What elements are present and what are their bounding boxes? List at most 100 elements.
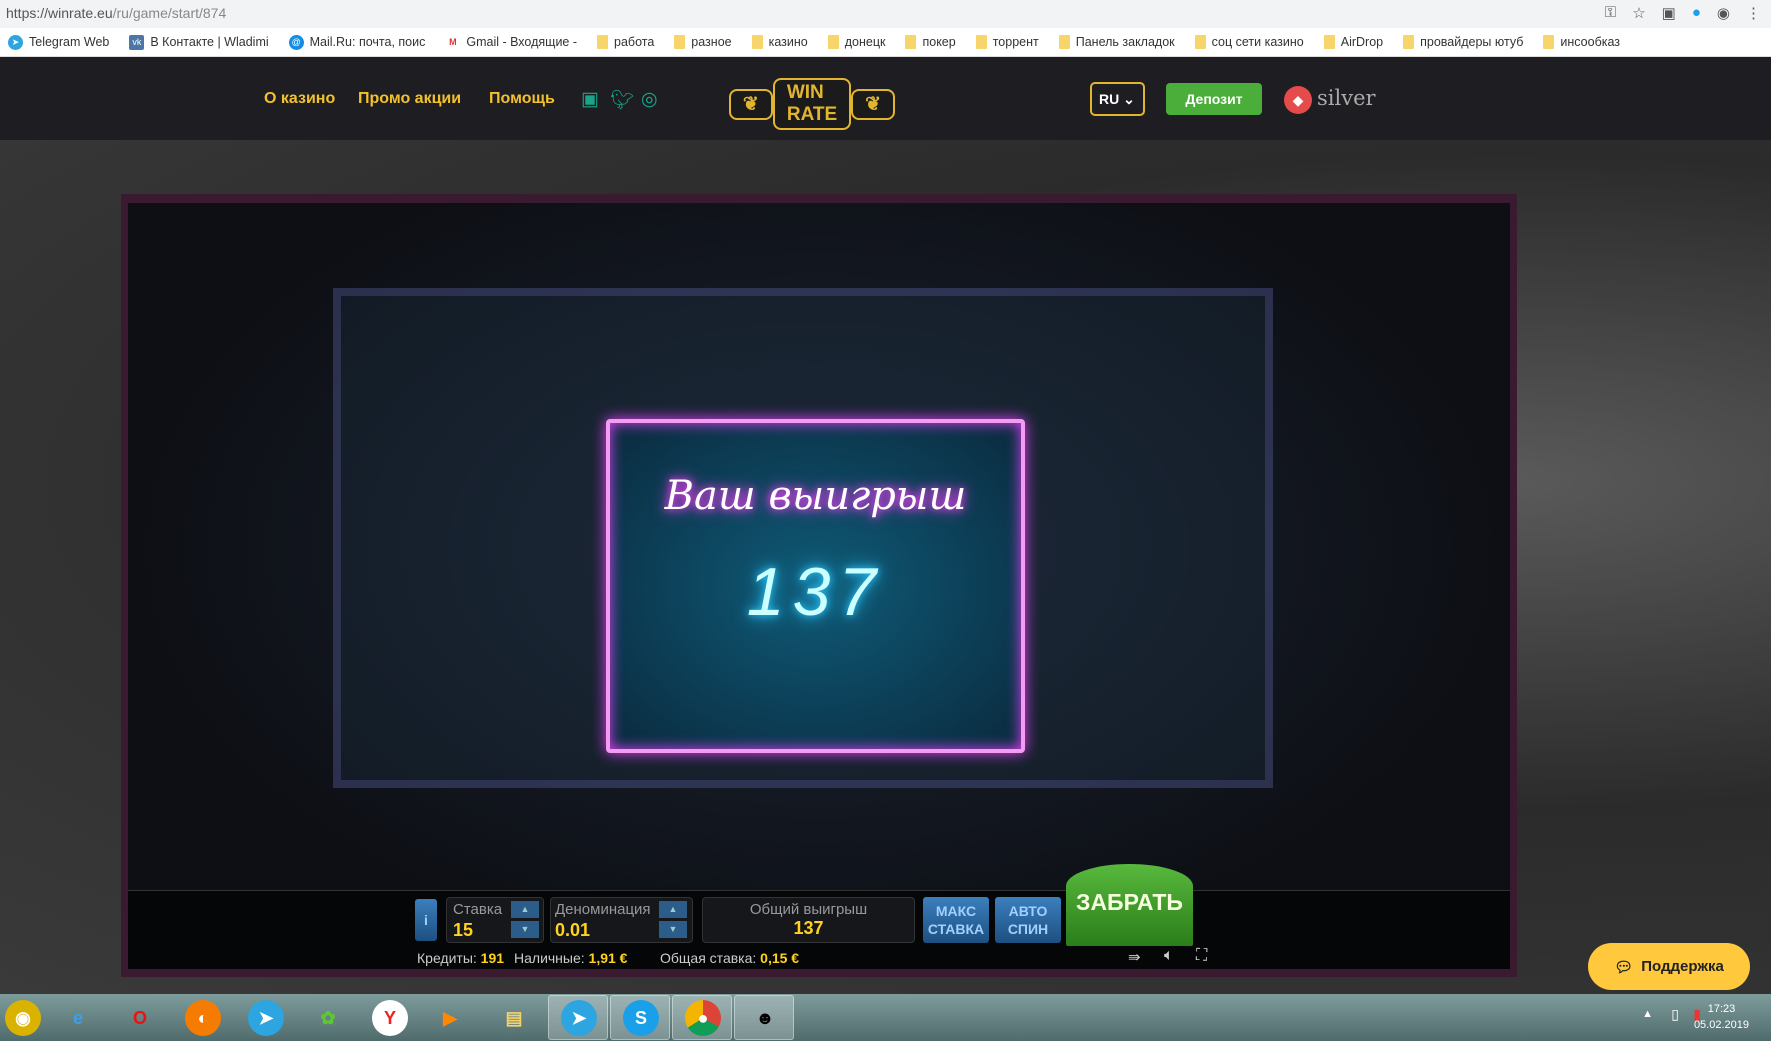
nav-promo[interactable]: Промо акции — [358, 90, 461, 108]
tray-expand-icon[interactable]: ▲ — [1642, 1008, 1653, 1020]
extension-icon[interactable]: ▣ — [1662, 4, 1676, 22]
game-canvas[interactable]: Ваш выигрыш 137 i Ставка 15 ▲ ▼ Деномина… — [128, 203, 1510, 969]
media-player-icon[interactable]: ▶ — [432, 1000, 468, 1036]
url-host: https://winrate.eu — [6, 5, 113, 21]
bet-box: Ставка 15 ▲ ▼ — [446, 897, 544, 943]
bookmark-folder[interactable]: соц сети казино — [1194, 35, 1304, 49]
bookmark-folder[interactable]: AirDrop — [1323, 35, 1383, 49]
key-icon[interactable]: ⚿ — [1605, 4, 1616, 22]
bookmark-label: Панель закладок — [1075, 35, 1175, 49]
bet-value: 15 — [453, 920, 474, 940]
bookmark-label: Telegram Web — [29, 35, 110, 49]
taskbar-chrome[interactable]: ● — [672, 995, 732, 1040]
profile-avatar[interactable]: ◉ — [1717, 4, 1730, 22]
bookmark-folder[interactable]: казино — [751, 35, 808, 49]
mailru-icon: @ — [288, 34, 304, 50]
turbo-icon[interactable]: ⇛ — [1128, 948, 1141, 966]
bookmark-folder[interactable]: донецк — [827, 35, 885, 49]
start-icon[interactable]: ◉ — [5, 1000, 41, 1036]
bet-up-button[interactable]: ▲ — [511, 901, 539, 918]
address-bar[interactable]: https://winrate.eu/ru/game/start/874 ⚿ ☆ ▣… — [0, 0, 1771, 28]
denomination-down-button[interactable]: ▼ — [659, 921, 687, 938]
bookmark-folder[interactable]: торрент — [975, 35, 1039, 49]
bookmark[interactable]: ➤ Telegram Web — [8, 34, 110, 50]
file-explorer-icon[interactable]: ▤ — [496, 1000, 532, 1036]
auto-spin-button[interactable]: АВТО СПИН — [995, 897, 1061, 943]
vk-icon: vk — [129, 34, 145, 50]
opera-icon[interactable]: O — [122, 1000, 158, 1036]
menu-icon[interactable]: ⋮ — [1746, 4, 1761, 22]
control-bar: i Ставка 15 ▲ ▼ Деноминация 0.01 ▲ ▼ Общ… — [128, 890, 1510, 969]
bookmark[interactable]: vk В Контакте | Wladimi — [129, 34, 269, 50]
credits-status: Кредиты: 191 — [417, 950, 504, 966]
bookmark-label: торрент — [992, 35, 1039, 49]
total-bet-value: 0,15 € — [760, 950, 800, 966]
take-win-button[interactable]: ЗАБРАТЬ — [1066, 864, 1193, 946]
ie-icon[interactable]: e — [60, 1000, 96, 1036]
win-popup: Ваш выигрыш 137 — [606, 419, 1025, 753]
fullscreen-icon[interactable]: ⛶ — [1196, 947, 1207, 965]
chat-icon: 💬︎ — [1614, 958, 1634, 976]
folder-icon — [1194, 35, 1206, 49]
denomination-box: Деноминация 0.01 ▲ ▼ — [550, 897, 693, 943]
network-icon[interactable]: ▯ — [1671, 1006, 1679, 1023]
bookmark-label: покер — [922, 35, 956, 49]
nav-help[interactable]: Помощь — [489, 90, 555, 108]
bookmark-folder[interactable]: покер — [905, 35, 956, 49]
folder-icon — [1403, 35, 1415, 49]
auto-spin-line2: СПИН — [1007, 921, 1049, 937]
cash-value: 1,91 € — [588, 950, 628, 966]
twitter-icon[interactable]: 🐦︎ — [610, 88, 634, 112]
bookmark[interactable]: M Gmail - Входящие - — [445, 35, 577, 50]
bookmark-folder[interactable]: Панель закладок — [1058, 35, 1175, 49]
logo-text: WIN RATE — [772, 78, 852, 130]
icq-icon[interactable]: ✿ — [310, 1000, 346, 1036]
bet-down-button[interactable]: ▼ — [511, 921, 539, 938]
folder-icon — [1543, 35, 1555, 49]
star-icon[interactable]: ☆ — [1632, 4, 1645, 22]
bookmark-label: Mail.Ru: почта, поис — [309, 35, 426, 49]
total-win-box: Общий выигрыш 137 — [702, 897, 915, 943]
deposit-button[interactable]: Депозит — [1166, 83, 1262, 115]
clock[interactable]: 17:23 05.02.2019 — [1694, 1001, 1749, 1033]
bookmark-folder[interactable]: разное — [674, 35, 732, 49]
support-label: Поддержка — [1641, 958, 1724, 975]
folder-icon — [1323, 35, 1335, 49]
folder-icon — [751, 35, 763, 49]
total-win-label: Общий выигрыш — [749, 901, 868, 918]
sound-icon[interactable]: 🔈︎ — [1164, 947, 1174, 965]
language-select[interactable]: RU ⌄ — [1090, 82, 1145, 116]
bookmark[interactable]: @ Mail.Ru: почта, поис — [288, 34, 426, 50]
info-button[interactable]: i — [415, 899, 437, 941]
laurel-icon: ❦ — [851, 88, 896, 120]
firefox-icon[interactable]: ◐ — [185, 1000, 221, 1036]
nav-about[interactable]: О казино — [264, 90, 335, 108]
user-level[interactable]: silver — [1317, 86, 1376, 110]
site-logo[interactable]: ❦ WIN RATE ❦ — [728, 78, 896, 130]
skype-ext-icon[interactable]: ● — [1692, 4, 1701, 22]
folder-icon — [674, 35, 686, 49]
yandex-icon[interactable]: Y — [372, 1000, 408, 1036]
instagram-icon[interactable]: ◎ — [641, 88, 658, 111]
telegram-icon: ➤ — [561, 1000, 597, 1036]
bookmark-folder[interactable]: работа — [597, 35, 654, 49]
credits-value: 191 — [480, 950, 505, 966]
bookmark-label: В Контакте | Wladimi — [150, 35, 269, 49]
bookmark-folder[interactable]: инсообказ — [1543, 35, 1620, 49]
facebook-icon[interactable]: ▣ — [581, 88, 599, 111]
folder-icon — [827, 35, 839, 49]
credits-label: Кредиты: — [417, 950, 477, 966]
telegram-icon[interactable]: ➤ — [248, 1000, 284, 1036]
bookmark-label: соц сети казино — [1211, 35, 1304, 49]
folder-icon — [975, 35, 987, 49]
max-bet-button[interactable]: МАКС СТАВКА — [923, 897, 989, 943]
taskbar-skype[interactable]: S — [610, 995, 670, 1040]
taskbar-app[interactable]: ☻ — [734, 995, 794, 1040]
bookmark-folder[interactable]: провайдеры ютуб — [1403, 35, 1523, 49]
bookmark-label: инсообказ — [1560, 35, 1621, 49]
bookmark-label: казино — [768, 35, 808, 49]
denomination-up-button[interactable]: ▲ — [659, 901, 687, 918]
taskbar-telegram[interactable]: ➤ — [548, 995, 608, 1040]
support-button[interactable]: 💬︎ Поддержка — [1588, 943, 1750, 990]
win-amount: 137 — [746, 554, 885, 630]
